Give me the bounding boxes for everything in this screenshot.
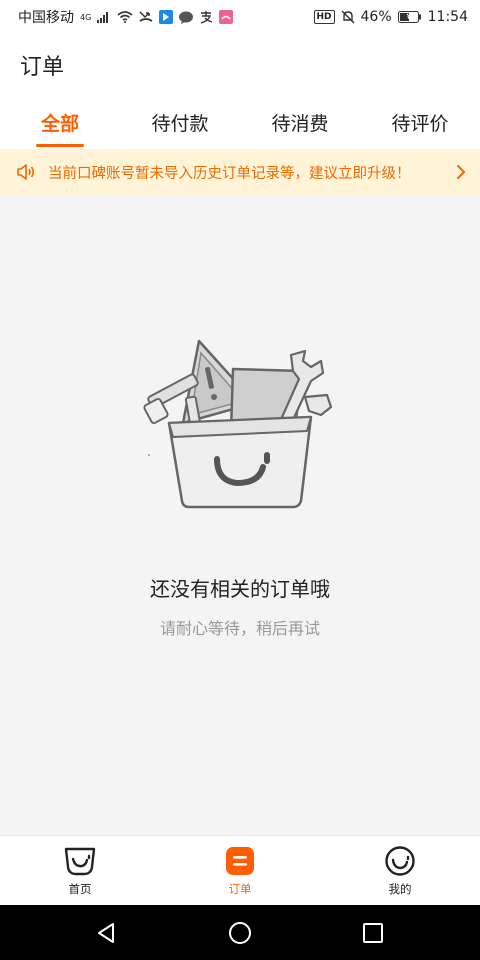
chevron-right-icon xyxy=(452,164,466,180)
hd-badge: HD xyxy=(313,10,335,24)
tab-active-indicator xyxy=(36,144,84,147)
profile-icon xyxy=(383,844,417,878)
home-button[interactable] xyxy=(210,905,270,960)
bottom-navigation: 首页 订单 我的 xyxy=(0,835,480,905)
recents-button[interactable] xyxy=(343,905,403,960)
status-right: HD 46% 11:54 xyxy=(313,9,468,25)
tab-label: 待付款 xyxy=(151,113,209,135)
clock: 11:54 xyxy=(427,9,468,25)
tab-label: 待消费 xyxy=(271,113,329,135)
battery-percent: 46% xyxy=(360,9,392,25)
tab-pending-review[interactable]: 待评价 xyxy=(360,96,480,149)
system-navigation-bar xyxy=(0,905,480,960)
nav-label: 我的 xyxy=(388,882,412,896)
carrier-name: 中国移动 xyxy=(18,10,74,26)
page-title: 订单 xyxy=(20,55,65,80)
tab-pending-payment[interactable]: 待付款 xyxy=(120,96,240,149)
orders-icon xyxy=(223,844,257,878)
nav-label: 订单 xyxy=(228,882,252,896)
empty-toolbox-illustration xyxy=(135,331,345,521)
tab-label: 待评价 xyxy=(391,113,449,135)
order-tabs: 全部 待付款 待消费 待评价 xyxy=(0,96,480,149)
notice-text: 当前口碑账号暂未导入历史订单记录等，建议立即升级！ xyxy=(48,165,411,182)
empty-state-title: 还没有相关的订单哦 xyxy=(150,577,330,601)
wifi-icon xyxy=(117,11,133,23)
orders-content: 还没有相关的订单哦 请耐心等待，稍后再试 xyxy=(0,195,480,835)
tab-pending-use[interactable]: 待消费 xyxy=(240,96,360,149)
app-header: 订单 xyxy=(0,34,480,96)
home-icon xyxy=(63,844,97,878)
network-type: 4G xyxy=(80,12,92,22)
nav-orders[interactable]: 订单 xyxy=(160,836,320,905)
status-bar: 中国移动 4G HD 46% 11:54 xyxy=(0,0,480,34)
battery-icon xyxy=(397,11,422,23)
signal-icon xyxy=(97,11,111,23)
tab-all[interactable]: 全部 xyxy=(0,96,120,149)
back-button[interactable] xyxy=(77,905,137,960)
chat-icon xyxy=(179,11,194,24)
alipay-icon xyxy=(199,10,213,24)
tab-label: 全部 xyxy=(40,113,79,135)
home-circle-icon xyxy=(228,921,251,944)
speaker-icon xyxy=(16,162,36,182)
recents-square-icon xyxy=(363,922,384,943)
upgrade-notice-banner[interactable]: 当前口碑账号暂未导入历史订单记录等，建议立即升级！ xyxy=(0,149,480,195)
empty-state-subtitle: 请耐心等待，稍后再试 xyxy=(159,619,320,638)
koubei-app-icon xyxy=(219,10,234,24)
nav-label: 首页 xyxy=(68,882,92,896)
nav-home[interactable]: 首页 xyxy=(0,836,160,905)
status-left: 中国移动 4G xyxy=(18,7,234,27)
missed-call-icon xyxy=(139,11,153,23)
nav-profile[interactable]: 我的 xyxy=(320,836,480,905)
mute-bell-icon xyxy=(341,10,355,24)
app-notification-icon xyxy=(159,10,174,24)
back-triangle-icon xyxy=(97,922,114,943)
